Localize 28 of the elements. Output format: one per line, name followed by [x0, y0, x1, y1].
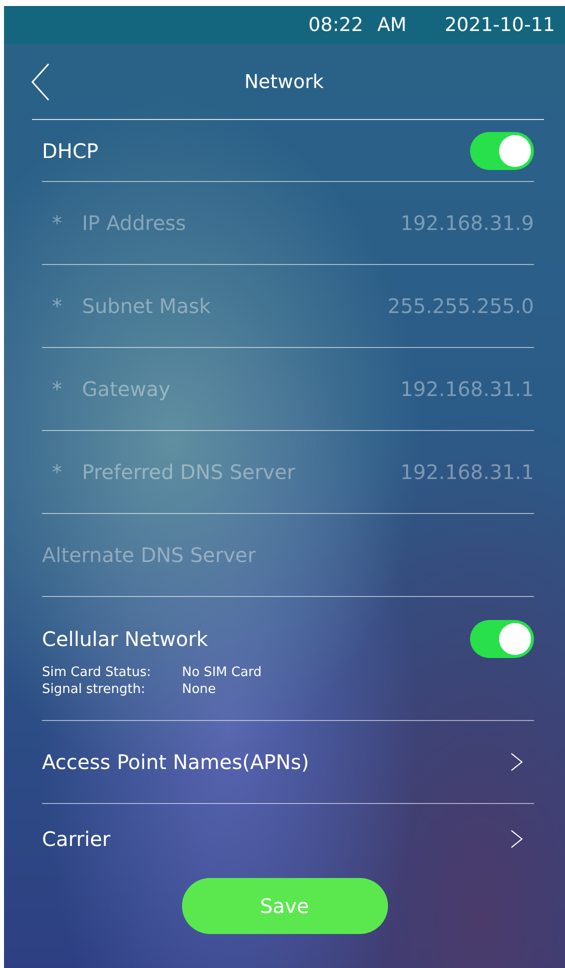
clock-time: 08:22	[308, 14, 364, 36]
field-value: 255.255.255.0	[388, 294, 534, 318]
field-label: Subnet Mask	[82, 294, 211, 318]
back-icon[interactable]	[30, 62, 50, 100]
status-label: Sim Card Status:	[42, 664, 152, 680]
required-mark: *	[52, 211, 62, 235]
status-value: None	[182, 680, 217, 698]
clock-meridiem: AM	[377, 14, 407, 36]
required-mark: *	[52, 460, 62, 484]
field-label: Alternate DNS Server	[42, 543, 256, 567]
required-mark: *	[52, 377, 62, 401]
status-value: No SIM Card	[182, 664, 263, 680]
setting-label: DHCP	[42, 138, 98, 162]
field-label: IP Address	[82, 211, 186, 235]
menu-item-label[interactable]: Carrier	[42, 827, 110, 851]
field-label: Preferred DNS Server	[82, 460, 296, 484]
required-mark: *	[52, 294, 62, 318]
date-text: 2021-10-11	[444, 14, 555, 36]
field-value: 192.168.31.1	[400, 460, 534, 484]
field-value: 192.168.31.9	[400, 211, 534, 235]
toggle-switch[interactable]	[470, 132, 534, 170]
status-label: Signal strength:	[42, 680, 146, 698]
screen-title: Network	[243, 70, 325, 92]
setting-label: Cellular Network	[42, 626, 208, 650]
toggle-switch[interactable]	[470, 620, 534, 658]
field-value: 192.168.31.1	[400, 377, 534, 401]
field-label: Gateway	[82, 377, 170, 401]
menu-item-label[interactable]: Access Point Names(APNs)	[42, 750, 309, 774]
